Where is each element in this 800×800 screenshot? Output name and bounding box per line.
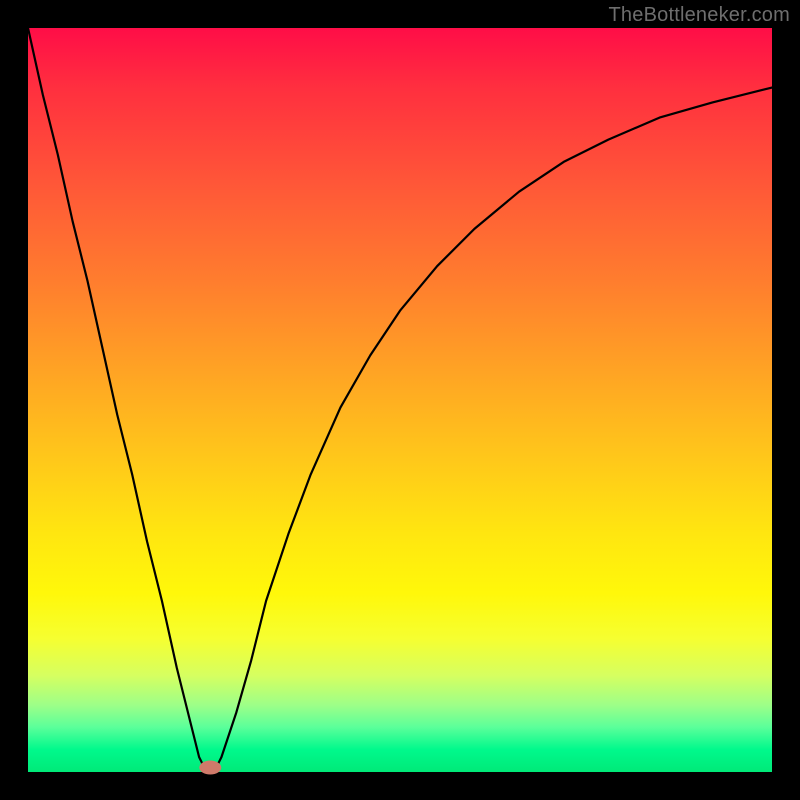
bottleneck-curve <box>28 28 772 772</box>
optimal-point-marker <box>199 761 221 775</box>
watermark-text: TheBottleneker.com <box>609 4 790 27</box>
chart-frame: TheBottleneker.com <box>0 0 800 800</box>
plot-area <box>28 28 772 772</box>
chart-svg <box>28 28 772 772</box>
